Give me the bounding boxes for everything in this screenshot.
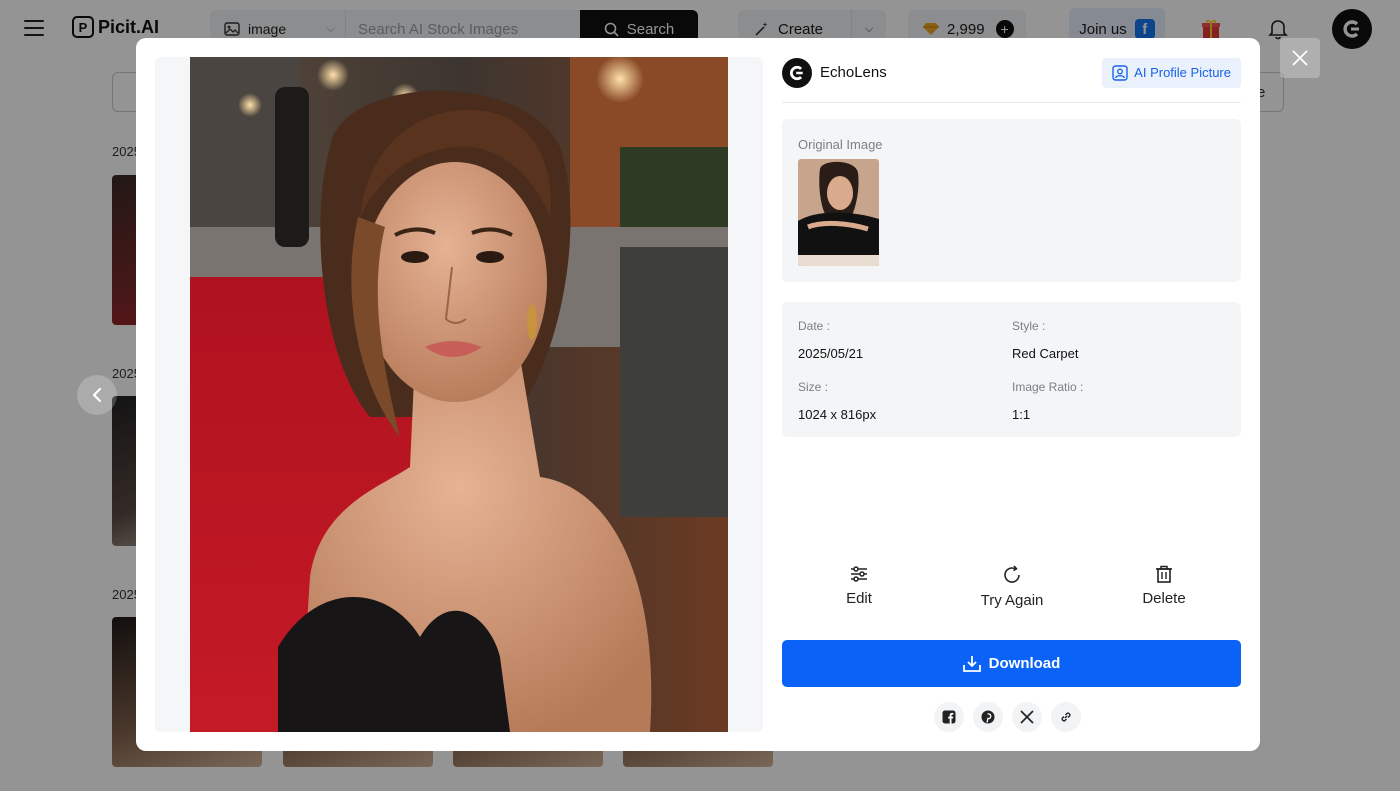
meta-style: Style : Red Carpet [1012,319,1078,361]
original-image-thumbnail[interactable] [798,159,879,266]
sliders-icon [851,566,867,582]
pinterest-share-button[interactable] [973,702,1003,732]
tag-label: AI Profile Picture [1134,65,1231,80]
refresh-icon [1004,565,1020,583]
close-modal-button[interactable] [1280,38,1320,78]
share-row [934,702,1081,732]
previous-image-button[interactable] [77,375,117,415]
download-label: Download [988,655,1061,672]
facebook-share-button[interactable] [934,702,964,732]
meta-date: Date : 2025/05/21 [798,319,863,361]
x-share-button[interactable] [1012,702,1042,732]
user-logo-icon [789,65,803,80]
original-image-card: Original Image [782,119,1241,282]
try-again-label: Try Again [980,592,1044,609]
link-icon [1061,712,1071,722]
size-label: Size : [798,380,829,394]
ratio-label: Image Ratio : [1012,380,1084,394]
chevron-left-icon [92,387,102,403]
image-actions: Edit Try Again Delete [782,564,1241,624]
date-label: Date : [798,319,831,333]
image-detail-modal: EchoLens AI Profile Picture Original Ima… [136,38,1260,751]
author-name[interactable]: EchoLens [820,64,887,81]
delete-label: Delete [1142,590,1186,607]
ratio-value: 1:1 [1012,407,1031,422]
x-icon [1020,710,1034,724]
author-avatar[interactable] [782,57,812,88]
portrait-icon [1112,64,1128,81]
close-icon [1292,50,1308,66]
image-preview-pane [155,57,763,732]
meta-ratio: Image Ratio : 1:1 [1012,380,1083,422]
edit-button[interactable]: Edit [804,564,914,607]
trash-icon [1156,565,1172,583]
original-image-label: Original Image [798,137,883,152]
download-icon [962,655,981,672]
facebook-icon [942,710,956,724]
download-button[interactable]: Download [782,640,1241,687]
delete-button[interactable]: Delete [1109,564,1219,607]
copy-link-button[interactable] [1051,702,1081,732]
date-value: 2025/05/21 [798,346,864,361]
image-info-panel: EchoLens AI Profile Picture Original Ima… [782,57,1241,732]
author-row: EchoLens AI Profile Picture [782,57,1241,103]
edit-label: Edit [846,590,872,607]
try-again-button[interactable]: Try Again [957,564,1067,609]
style-label: Style : [1012,319,1046,333]
generated-image[interactable] [190,57,728,732]
image-metadata-card: Date : 2025/05/21 Style : Red Carpet Siz… [782,302,1241,437]
style-value: Red Carpet [1012,346,1079,361]
ai-profile-picture-tag[interactable]: AI Profile Picture [1102,57,1241,88]
pinterest-icon [981,710,995,724]
meta-size: Size : 1024 x 816px [798,380,876,422]
size-value: 1024 x 816px [798,407,877,422]
